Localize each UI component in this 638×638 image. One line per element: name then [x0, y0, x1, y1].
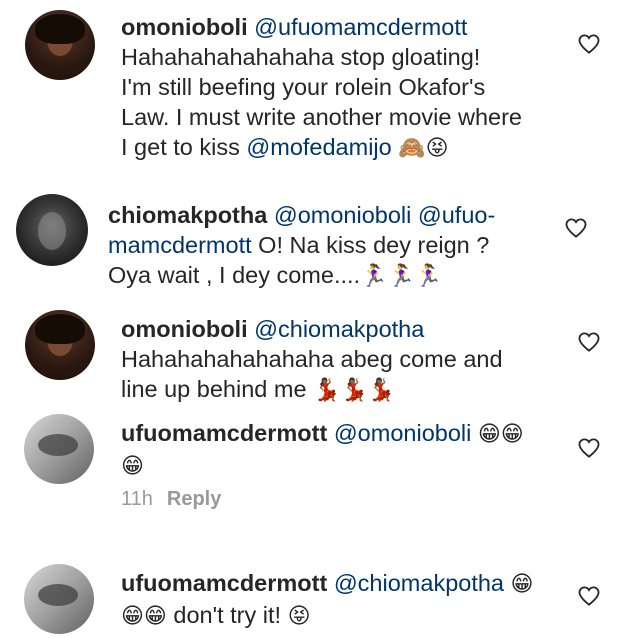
mention-link[interactable]: @omonioboli — [334, 420, 472, 446]
comment-line: I get to kiss — [121, 134, 247, 160]
emoji: 😁😁 — [477, 422, 524, 447]
heart-outline-icon[interactable] — [578, 34, 600, 54]
comment-text: omonioboli @chiomakpotha Hahahahahahahah… — [121, 314, 581, 406]
comment-line: Law. I must write another movie where — [121, 104, 522, 130]
comment-line: Hahahahahahahaha stop gloating! — [121, 44, 481, 70]
timestamp: 11h — [121, 488, 153, 510]
mention-link[interactable]: @omonioboli @ufuo- — [274, 202, 495, 228]
username[interactable]: omonioboli — [121, 14, 248, 40]
comment-text: omonioboli @ufuomamcdermott Hahahahahaha… — [121, 12, 581, 164]
mention-link[interactable]: @chiomakpotha — [254, 316, 424, 342]
mention-link[interactable]: @ufuomamcdermott — [254, 14, 467, 40]
emoji: 🏃‍♀️🏃‍♀️🏃‍♀️ — [360, 264, 443, 289]
avatar[interactable] — [25, 10, 95, 80]
avatar[interactable] — [24, 564, 94, 634]
comment-line: Hahahahahahahaha abeg come and — [121, 346, 503, 372]
heart-outline-icon[interactable] — [578, 586, 600, 606]
emoji: 😁😁 — [121, 604, 167, 629]
heart-outline-icon[interactable] — [578, 438, 600, 458]
avatar[interactable] — [24, 414, 94, 484]
mention-link[interactable]: @chiomakpotha — [334, 570, 504, 596]
comment-line: I'm still beefing your rolein Okafor's — [121, 74, 486, 100]
username[interactable]: chiomakpotha — [108, 202, 267, 228]
heart-outline-icon[interactable] — [578, 332, 600, 352]
emoji: 😁 — [121, 454, 144, 479]
emoji: 💃🏾💃🏾💃🏾 — [313, 378, 396, 403]
comment-meta: 11h Reply — [121, 488, 221, 511]
emoji: 🙈😝 — [398, 136, 449, 161]
emoji: 😝 — [287, 604, 311, 629]
username[interactable]: omonioboli — [121, 316, 248, 342]
comment-text: ufuomamcdermott @omonioboli 😁😁 😁 — [121, 418, 581, 482]
comment-line: O! Na kiss dey reign ? — [251, 232, 490, 258]
emoji: 😁 — [510, 572, 534, 597]
comment-text: chiomakpotha @omonioboli @ufuo- mamcderm… — [108, 200, 588, 292]
avatar[interactable] — [25, 310, 95, 380]
mention-link[interactable]: mamcdermott — [108, 232, 252, 258]
heart-outline-icon[interactable] — [565, 218, 587, 238]
mention-link[interactable]: @mofedamijo — [246, 134, 391, 160]
comment-line: line up behind me — [121, 376, 314, 402]
comment-text: ufuomamcdermott @chiomakpotha 😁 😁😁 don't… — [121, 568, 581, 632]
comment-line: Oya wait , I dey come.... — [108, 262, 361, 288]
comment-line: don't try it! — [166, 602, 288, 628]
avatar[interactable] — [16, 194, 88, 266]
username[interactable]: ufuomamcdermott — [121, 570, 327, 596]
username[interactable]: ufuomamcdermott — [121, 420, 327, 446]
reply-button[interactable]: Reply — [167, 488, 221, 510]
